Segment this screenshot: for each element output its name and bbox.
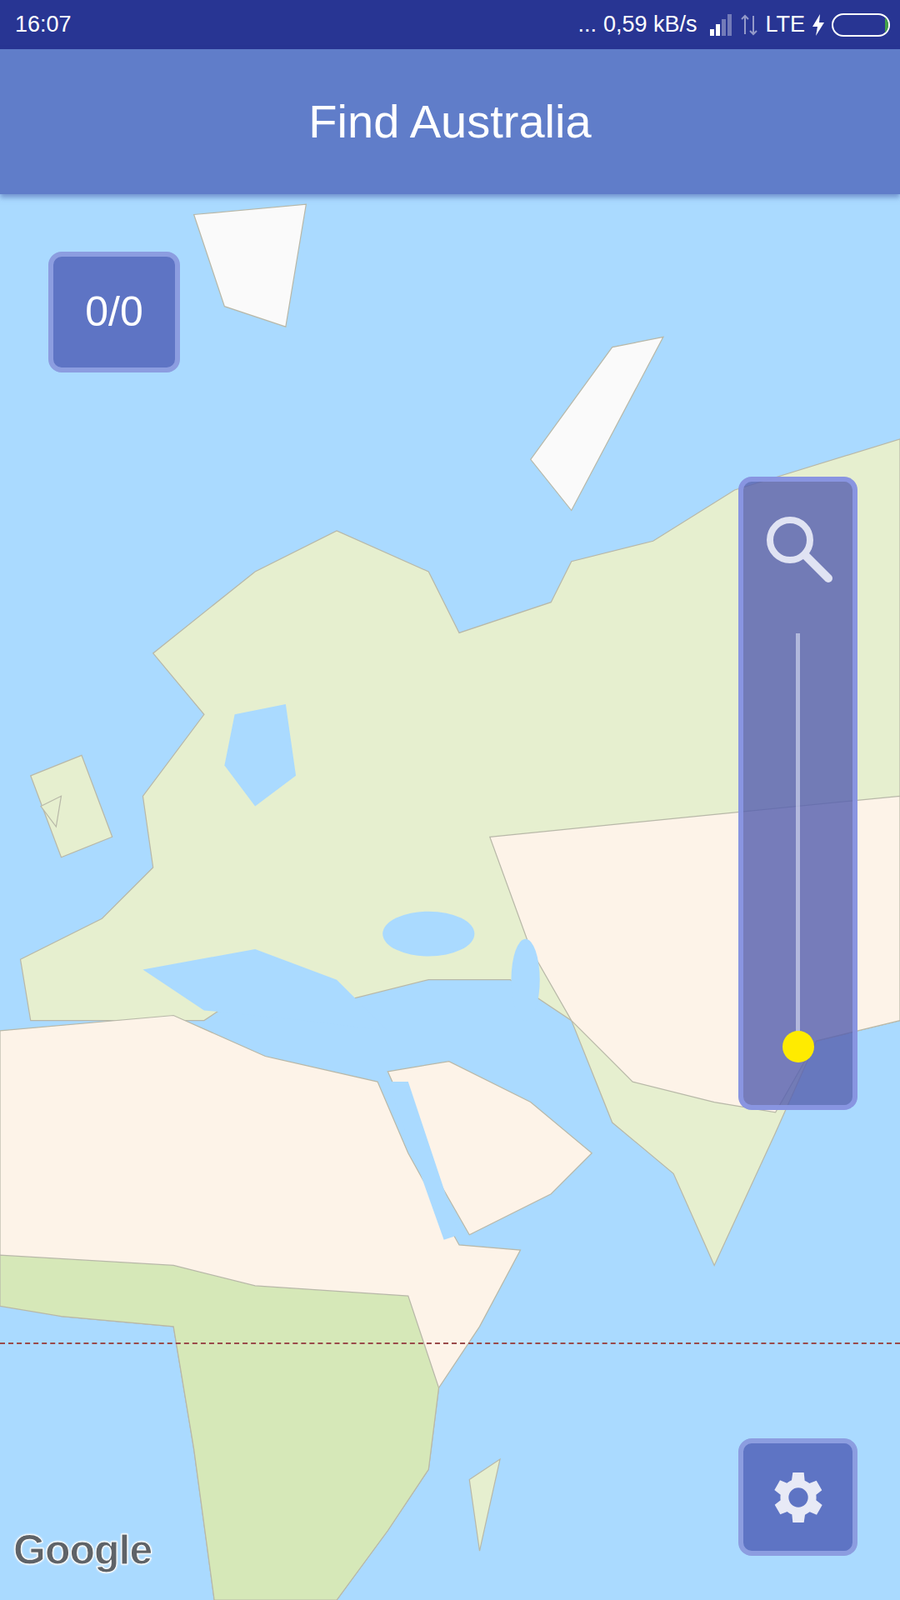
signal-bar — [727, 14, 732, 36]
clock: 16:07 — [15, 7, 72, 42]
signal-bar — [710, 29, 715, 36]
signal-bar — [715, 24, 720, 36]
map[interactable]: 0/0 Google — [0, 194, 900, 1600]
app-bar: Find Australia — [0, 49, 900, 195]
signal-icon — [710, 14, 734, 36]
score: 0/0 — [85, 280, 144, 344]
network-type: LTE — [765, 7, 805, 42]
zoom-knob[interactable] — [782, 1030, 815, 1063]
status-bar: 16:07 ... 0,59 kB/s LTE — [0, 0, 900, 50]
signal-bar — [721, 19, 726, 36]
zoom-track[interactable] — [795, 633, 800, 1047]
gear-icon — [765, 1464, 832, 1531]
notification-dots: ... — [577, 7, 597, 42]
settings-button[interactable] — [738, 1438, 858, 1556]
battery-icon — [831, 13, 890, 37]
battery-fill — [885, 15, 889, 35]
map-attribution: Google — [13, 1519, 152, 1582]
equator-line — [0, 1342, 900, 1345]
charging-icon — [811, 14, 825, 36]
title: Find Australia — [308, 86, 591, 157]
zoom-slider[interactable] — [738, 476, 858, 1110]
network-speed: 0,59 kB/s — [603, 7, 698, 42]
data-arrows-icon — [740, 14, 759, 36]
magnifier-icon — [763, 513, 834, 584]
score-box: 0/0 — [48, 251, 180, 373]
